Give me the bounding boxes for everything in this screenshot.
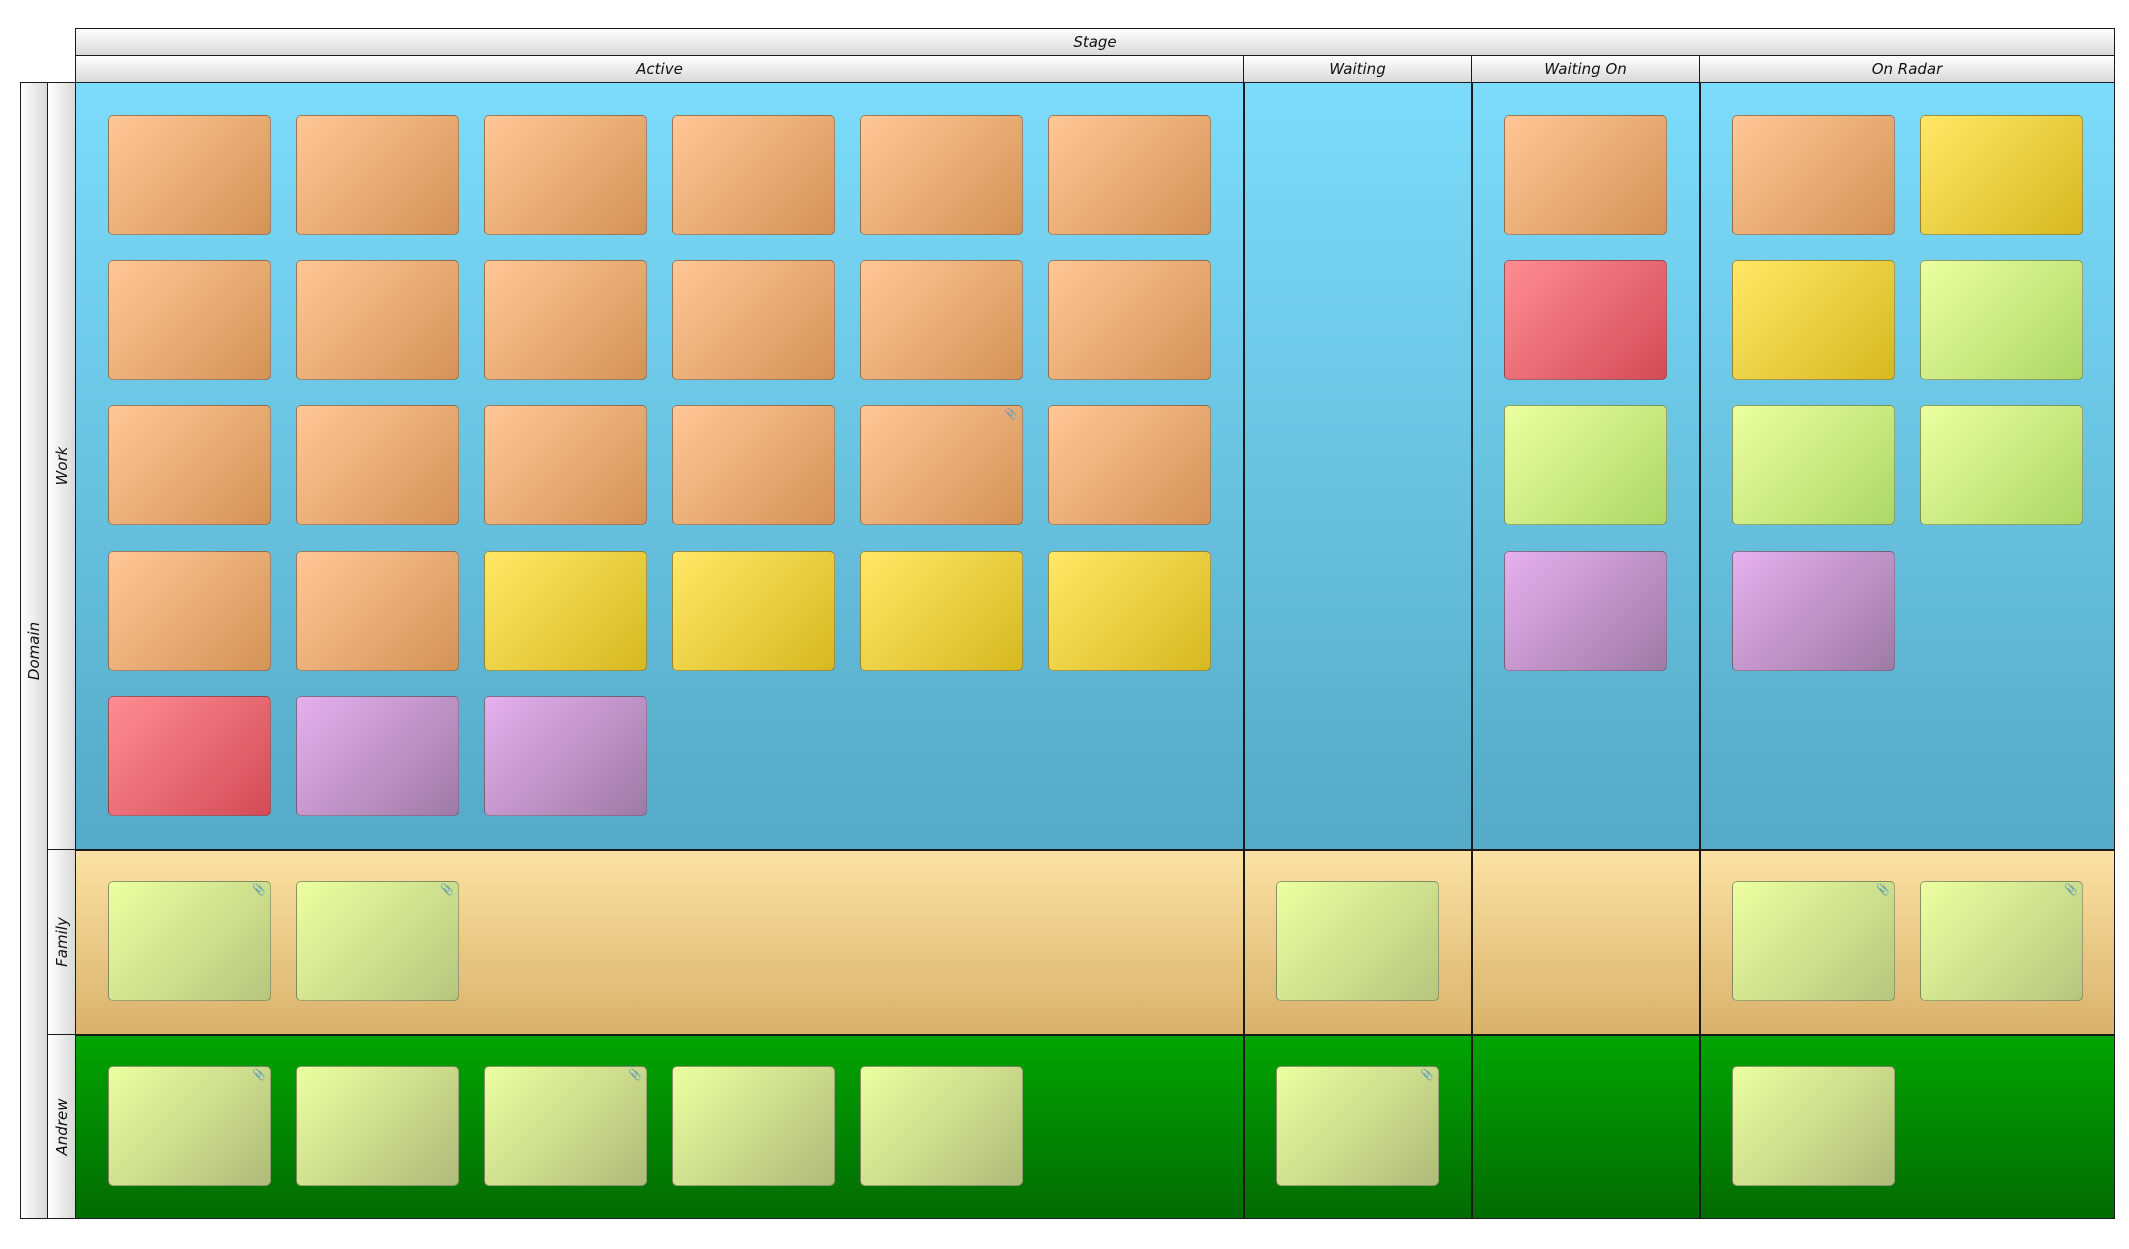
row-header-andrew[interactable]: Andrew	[47, 1034, 76, 1219]
paperclip-icon: 📎	[1420, 1068, 1434, 1081]
row-header-work[interactable]: Work	[47, 82, 76, 850]
card[interactable]	[1048, 115, 1211, 235]
row-header-work-label: Work	[52, 446, 71, 486]
card[interactable]	[296, 1066, 459, 1186]
card[interactable]	[860, 260, 1023, 380]
card[interactable]	[1276, 881, 1439, 1001]
card[interactable]	[1048, 260, 1211, 380]
column-header-on-radar-label: On Radar	[1871, 60, 1943, 78]
paperclip-icon: 📎	[440, 883, 454, 896]
card[interactable]	[1732, 115, 1895, 235]
card[interactable]	[484, 260, 647, 380]
paperclip-icon: 📎	[628, 1068, 642, 1081]
column-divider	[1471, 82, 1473, 1219]
card[interactable]	[484, 115, 647, 235]
column-divider	[1699, 82, 1701, 1219]
column-header-waiting[interactable]: Waiting	[1243, 55, 1472, 83]
stage-header: Stage	[75, 28, 2115, 56]
card[interactable]	[1048, 405, 1211, 525]
card[interactable]	[672, 405, 835, 525]
card[interactable]	[484, 405, 647, 525]
card[interactable]	[1048, 551, 1211, 671]
paperclip-icon: 📎	[1876, 883, 1890, 896]
row-divider	[75, 849, 2115, 851]
card[interactable]: 📎	[108, 1066, 271, 1186]
row-header-family[interactable]: Family	[47, 849, 76, 1035]
card[interactable]	[860, 551, 1023, 671]
card[interactable]	[1504, 405, 1667, 525]
card[interactable]	[1504, 260, 1667, 380]
card[interactable]	[108, 551, 271, 671]
card[interactable]: 📎	[484, 1066, 647, 1186]
card[interactable]	[860, 1066, 1023, 1186]
card[interactable]: 📎	[108, 881, 271, 1001]
card[interactable]	[1732, 405, 1895, 525]
card[interactable]	[1920, 260, 2083, 380]
row-divider	[75, 1034, 2115, 1036]
card[interactable]: 📎	[860, 405, 1023, 525]
card[interactable]	[672, 115, 835, 235]
column-header-waiting-label: Waiting	[1329, 60, 1386, 78]
domain-header: Domain	[20, 82, 48, 1219]
card[interactable]	[1920, 405, 2083, 525]
card[interactable]: 📎	[1920, 881, 2083, 1001]
stage-header-label: Stage	[1073, 33, 1117, 51]
paperclip-icon: 📎	[1004, 407, 1018, 420]
card[interactable]	[296, 115, 459, 235]
column-divider	[1243, 82, 1245, 1219]
card[interactable]	[672, 551, 835, 671]
card[interactable]: 📎	[296, 881, 459, 1001]
card[interactable]	[1732, 551, 1895, 671]
card[interactable]	[672, 260, 835, 380]
card[interactable]	[296, 260, 459, 380]
card[interactable]	[296, 551, 459, 671]
card[interactable]	[1504, 115, 1667, 235]
card[interactable]	[296, 405, 459, 525]
card[interactable]	[108, 260, 271, 380]
card[interactable]	[1732, 260, 1895, 380]
card[interactable]	[1732, 1066, 1895, 1186]
card[interactable]	[484, 696, 647, 816]
column-header-on-radar[interactable]: On Radar	[1699, 55, 2115, 83]
column-header-waiting-on[interactable]: Waiting On	[1471, 55, 1700, 83]
column-header-active[interactable]: Active	[75, 55, 1244, 83]
card[interactable]	[108, 115, 271, 235]
column-header-active-label: Active	[636, 60, 683, 78]
row-header-family-label: Family	[52, 917, 71, 967]
card[interactable]	[296, 696, 459, 816]
paperclip-icon: 📎	[252, 1068, 266, 1081]
card[interactable]	[860, 115, 1023, 235]
domain-header-label: Domain	[25, 621, 43, 680]
row-header-andrew-label: Andrew	[52, 1098, 71, 1155]
card[interactable]: 📎	[1732, 881, 1895, 1001]
card[interactable]	[108, 405, 271, 525]
card[interactable]	[108, 696, 271, 816]
card[interactable]	[1920, 115, 2083, 235]
card[interactable]	[1504, 551, 1667, 671]
column-header-waiting-on-label: Waiting On	[1544, 60, 1627, 78]
paperclip-icon: 📎	[2064, 883, 2078, 896]
paperclip-icon: 📎	[252, 883, 266, 896]
card[interactable]	[484, 551, 647, 671]
card[interactable]	[672, 1066, 835, 1186]
card[interactable]: 📎	[1276, 1066, 1439, 1186]
